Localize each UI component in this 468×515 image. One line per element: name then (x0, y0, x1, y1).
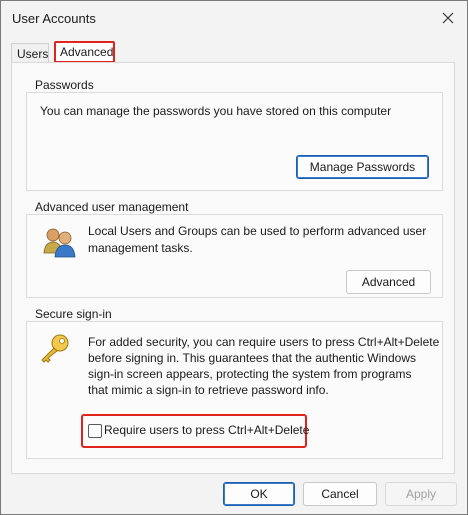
advanced-management-heading: Advanced user management (35, 200, 189, 214)
passwords-group: You can manage the passwords you have st… (26, 92, 443, 191)
ctrl-alt-delete-option: Require users to press Ctrl+Alt+Delete (81, 414, 309, 448)
secure-signin-description-line2: before signing in. This guarantees that … (88, 351, 416, 365)
advanced-management-group: Local Users and Groups can be used to pe… (26, 214, 443, 298)
secure-signin-description-line3: sign-in screen appears, protecting the s… (88, 367, 412, 381)
ok-button[interactable]: OK (223, 482, 295, 506)
advanced-management-description-line2: management tasks. (88, 241, 193, 255)
tab-panel-advanced: Passwords You can manage the passwords y… (11, 62, 455, 474)
secure-signin-description-line4: that mimic a sign-in to retrieve passwor… (88, 383, 329, 397)
ctrl-alt-delete-checkbox[interactable] (88, 424, 102, 438)
dialog-footer: OK Cancel Apply (1, 478, 467, 514)
secure-signin-description-line1: For added security, you can require user… (88, 335, 440, 349)
cancel-button[interactable]: Cancel (303, 482, 377, 506)
manage-passwords-button[interactable]: Manage Passwords (296, 155, 429, 179)
advanced-management-description-line1: Local Users and Groups can be used to pe… (88, 224, 427, 238)
secure-signin-heading: Secure sign-in (35, 307, 112, 321)
tab-users[interactable]: Users (11, 43, 49, 64)
key-icon (41, 334, 69, 363)
window-title: User Accounts (12, 11, 96, 26)
title-bar: User Accounts (1, 1, 467, 35)
ctrl-alt-delete-label[interactable]: Require users to press Ctrl+Alt+Delete (104, 423, 309, 437)
users-icon (43, 228, 76, 258)
close-icon (442, 12, 454, 24)
close-button[interactable] (437, 7, 459, 29)
advanced-button[interactable]: Advanced (346, 270, 431, 294)
apply-button[interactable]: Apply (385, 482, 457, 506)
passwords-heading: Passwords (35, 78, 94, 92)
user-accounts-dialog: User Accounts Users Advanced Passwords Y… (0, 0, 468, 515)
passwords-description: You can manage the passwords you have st… (40, 104, 392, 118)
tab-advanced[interactable]: Advanced (54, 41, 115, 63)
